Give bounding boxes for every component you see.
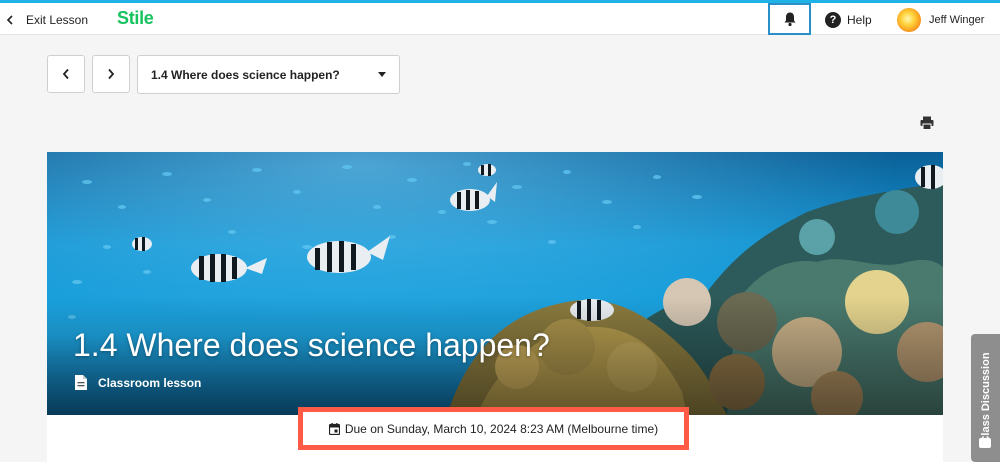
user-name: Jeff Winger bbox=[929, 14, 985, 26]
due-date-badge: Due on Sunday, March 10, 2024 8:23 AM (M… bbox=[303, 412, 684, 445]
question-circle-icon: ? bbox=[825, 12, 841, 28]
calendar-icon bbox=[328, 422, 340, 435]
lesson-type: Classroom lesson bbox=[74, 374, 201, 391]
selected-lesson-label: 1.4 Where does science happen? bbox=[151, 67, 340, 82]
class-discussion-label: Class Discussion bbox=[979, 352, 992, 444]
avatar bbox=[897, 8, 921, 32]
top-header: Exit Lesson Stile ? Help Jeff Winger bbox=[0, 3, 1000, 35]
exit-lesson-label: Exit Lesson bbox=[26, 13, 89, 27]
chat-icon bbox=[979, 438, 991, 448]
help-label: Help bbox=[847, 13, 872, 27]
caret-down-icon bbox=[378, 72, 386, 77]
printer-icon[interactable] bbox=[919, 115, 935, 131]
lesson-title: 1.4 Where does science happen? bbox=[73, 327, 550, 363]
lesson-type-label: Classroom lesson bbox=[98, 375, 202, 390]
due-date-highlight: Due on Sunday, March 10, 2024 8:23 AM (M… bbox=[298, 407, 689, 450]
exit-lesson-button[interactable]: Exit Lesson bbox=[6, 11, 88, 29]
due-date-text: Due on Sunday, March 10, 2024 8:23 AM (M… bbox=[344, 421, 659, 436]
previous-lesson-button[interactable] bbox=[47, 55, 85, 93]
chevron-right-icon bbox=[108, 68, 115, 80]
lesson-select-dropdown[interactable]: 1.4 Where does science happen? bbox=[137, 55, 400, 94]
bell-icon bbox=[784, 12, 795, 27]
next-lesson-button[interactable] bbox=[92, 55, 130, 93]
document-icon bbox=[75, 375, 87, 390]
lesson-hero-banner: 1.4 Where does science happen? Classroom… bbox=[47, 152, 943, 415]
stile-logo[interactable]: Stile bbox=[117, 8, 154, 29]
notifications-button[interactable] bbox=[768, 3, 811, 35]
help-button[interactable]: ? Help bbox=[825, 11, 872, 29]
user-menu[interactable]: Jeff Winger bbox=[897, 7, 984, 33]
chevron-left-icon bbox=[6, 15, 13, 25]
chevron-left-icon bbox=[62, 68, 69, 80]
class-discussion-tab[interactable]: Class Discussion bbox=[971, 334, 1000, 462]
